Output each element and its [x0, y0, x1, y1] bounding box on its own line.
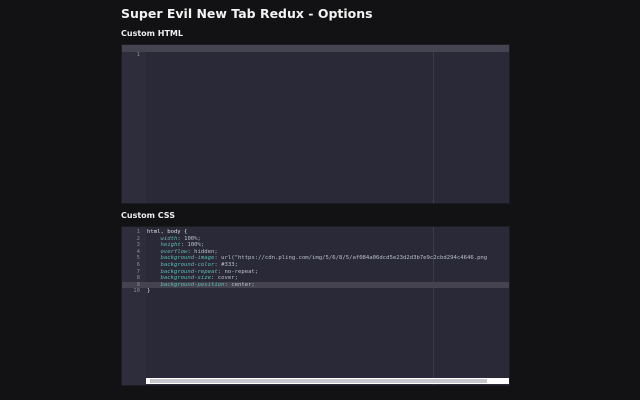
property: background-position [160, 281, 225, 288]
editor-line[interactable]: 8 background-size: cover; [122, 275, 509, 282]
value: 100%; [180, 235, 201, 242]
value: cover; [214, 275, 238, 282]
line-number: 4 [136, 248, 140, 255]
editor-line[interactable]: 6 background-color: #333; [122, 262, 509, 269]
property: background-image [160, 255, 215, 262]
line-code: background-image: url("https://cdn.pling… [147, 255, 487, 262]
property: width [160, 235, 178, 242]
value: 100%; [184, 242, 205, 249]
custom-css-label: Custom CSS [121, 211, 175, 220]
selector [147, 275, 160, 281]
line-number: 1 [136, 51, 140, 58]
value: #333; [217, 262, 238, 268]
line-code: background-position: center; [147, 281, 255, 289]
property: background-repeat [160, 268, 218, 275]
line-code: background-repeat: no-repeat; [147, 269, 258, 276]
print-margin [433, 45, 434, 203]
editor-line[interactable]: 1 [122, 45, 509, 58]
editor-line[interactable]: 9 background-position: center; [122, 281, 509, 289]
custom-css-editor[interactable]: 1 html, body {2 width: 100%; 3 height: 100… [121, 226, 510, 386]
editor-line[interactable]: 3 height: 100%; [122, 242, 509, 249]
line-code: overflow: hidden; [147, 248, 218, 256]
selector [147, 269, 160, 275]
line-number: 8 [136, 275, 140, 282]
property: background-size [160, 275, 212, 282]
page-title: Super Evil New Tab Redux - Options [121, 6, 373, 21]
options-page: Super Evil New Tab Redux - Options Custo… [121, 0, 510, 386]
line-code: background-color: #333; [147, 262, 238, 269]
editor-line[interactable]: 10} [122, 288, 509, 295]
custom-html-editor[interactable]: 1 [121, 44, 510, 204]
property: overflow [160, 248, 188, 255]
editor-line[interactable]: 4 overflow: hidden; [122, 249, 509, 256]
selector [147, 262, 160, 268]
selector: html, body { [147, 229, 188, 235]
selector [147, 282, 160, 288]
value: center; [227, 281, 255, 288]
line-code: background-size: cover; [147, 275, 238, 282]
line-code: width: 100%; [147, 235, 201, 243]
line-number: 10 [133, 288, 140, 295]
editor-line[interactable]: 7 background-repeat: no-repeat; [122, 269, 509, 276]
selector [147, 249, 160, 255]
scrollbar-thumb[interactable] [150, 379, 487, 383]
selector [147, 242, 160, 248]
property: height [160, 242, 181, 249]
value: hidden; [190, 248, 218, 255]
custom-html-label: Custom HTML [121, 29, 183, 38]
line-number: 9 [136, 281, 140, 288]
line-number: 2 [136, 235, 140, 242]
line-code: } [147, 288, 150, 295]
value: url("https://cdn.pling.com/img/5/6/8/5/a… [217, 255, 488, 262]
selector: } [147, 288, 151, 295]
selector [147, 255, 160, 261]
horizontal-scrollbar[interactable] [146, 378, 509, 384]
value: no-repeat; [221, 268, 259, 275]
editor-line[interactable]: 5 background-image: url("https://cdn.pli… [122, 255, 509, 262]
editor-line[interactable]: 1 html, body { [122, 229, 509, 236]
line-number: 7 [136, 268, 140, 275]
property: background-color [160, 262, 215, 268]
line-number: 1 [136, 229, 140, 235]
line-code: height: 100%; [147, 242, 204, 249]
selector [147, 236, 160, 242]
editor-line[interactable]: 2 width: 100%; [122, 236, 509, 243]
line-code: html, body { [147, 229, 187, 236]
line-number: 5 [136, 255, 140, 262]
line-number: 6 [136, 262, 140, 268]
line-number: 3 [136, 242, 140, 249]
